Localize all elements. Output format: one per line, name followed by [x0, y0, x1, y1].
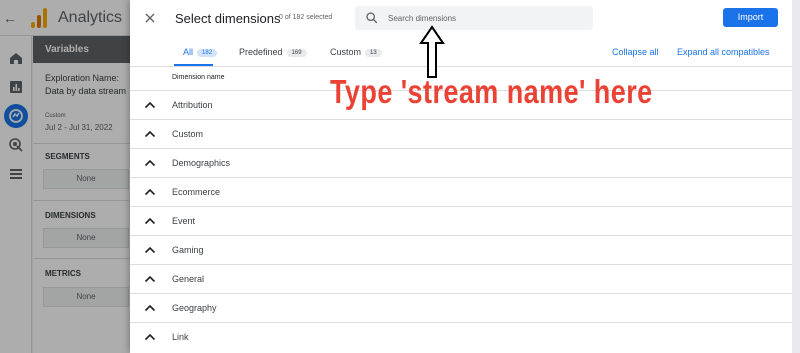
- category-row-custom[interactable]: Custom: [130, 120, 792, 149]
- annotation-text: Type 'stream name' here: [330, 73, 653, 110]
- close-icon[interactable]: [142, 10, 158, 26]
- category-label: General: [172, 274, 205, 284]
- chevron-up-icon[interactable]: [144, 100, 156, 110]
- tab-custom[interactable]: Custom 13: [330, 47, 382, 57]
- category-label: Link: [172, 332, 189, 342]
- dialog-title: Select dimensions: [175, 11, 281, 26]
- tab-label: Custom: [330, 47, 362, 57]
- collapse-all-link[interactable]: Collapse all: [612, 47, 659, 57]
- divider: [130, 66, 792, 67]
- category-label: Event: [172, 216, 196, 226]
- category-label: Custom: [172, 129, 204, 139]
- category-label: Geography: [172, 303, 217, 313]
- annotation-arrow-up-icon: [419, 25, 445, 78]
- chevron-up-icon[interactable]: [144, 245, 156, 255]
- chevron-up-icon[interactable]: [144, 303, 156, 313]
- modal-scrim[interactable]: [0, 0, 130, 353]
- chevron-up-icon[interactable]: [144, 187, 156, 197]
- category-row-geography[interactable]: Geography: [130, 294, 792, 323]
- category-label: Gaming: [172, 245, 204, 255]
- column-header-dimension-name: Dimension name: [172, 74, 225, 81]
- category-label: Attribution: [172, 100, 213, 110]
- chevron-up-icon[interactable]: [144, 274, 156, 284]
- category-row-event[interactable]: Event: [130, 207, 792, 236]
- import-button[interactable]: Import: [723, 8, 778, 27]
- category-row-link[interactable]: Link: [130, 323, 792, 352]
- category-row-general[interactable]: General: [130, 265, 792, 294]
- tab-count: 169: [286, 49, 307, 57]
- category-row-demographics[interactable]: Demographics: [130, 149, 792, 178]
- tab-label: All: [183, 47, 194, 57]
- chevron-up-icon[interactable]: [144, 129, 156, 139]
- tab-label: Predefined: [239, 47, 283, 57]
- chevron-up-icon[interactable]: [144, 216, 156, 226]
- search-box[interactable]: [355, 6, 593, 30]
- category-label: Demographics: [172, 158, 231, 168]
- tab-count: 182: [197, 49, 218, 57]
- chevron-up-icon[interactable]: [144, 332, 156, 342]
- select-dimensions-dialog: Select dimensions 0 of 182 selected Impo…: [130, 0, 792, 353]
- page-scrollbar-gutter: [792, 0, 800, 353]
- selected-count: 0 of 182 selected: [279, 14, 333, 21]
- search-icon: [366, 12, 378, 24]
- tab-all[interactable]: All 182: [183, 47, 218, 57]
- chevron-up-icon[interactable]: [144, 158, 156, 168]
- expand-all-compatibles-link[interactable]: Expand all compatibles: [677, 47, 770, 57]
- category-row-ecommerce[interactable]: Ecommerce: [130, 178, 792, 207]
- tab-count: 13: [365, 49, 382, 57]
- category-row-gaming[interactable]: Gaming: [130, 236, 792, 265]
- tab-predefined[interactable]: Predefined 169: [239, 47, 307, 57]
- category-label: Ecommerce: [172, 187, 221, 197]
